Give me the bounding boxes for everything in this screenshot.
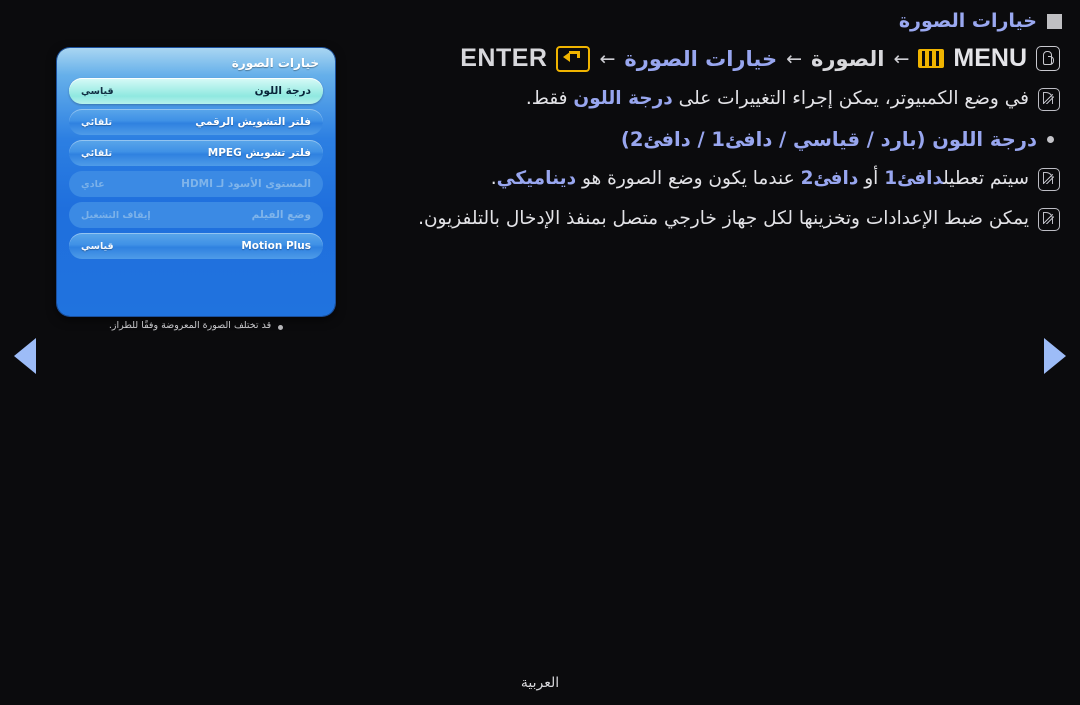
osd-menu-header: خيارات الصورة [231, 56, 319, 70]
emanual-page: خيارات الصورة خيارات الصورة درجة اللون ق… [0, 0, 1080, 705]
note-settings-per-device: يمكن ضبط الإعدادات وتخزينها لكل جهاز خار… [355, 205, 1060, 234]
note-text: في وضع الكمبيوتر، يمكن إجراء التغييرات ع… [525, 88, 1029, 109]
note-warm-disabled: سيتم تعطيلدافئ1 أو دافئ2 عندما يكون وضع … [355, 165, 1060, 194]
osd-row-value: عادي [81, 178, 105, 190]
osd-menu-panel: خيارات الصورة درجة اللون قياسي فلتر التش… [57, 48, 335, 316]
osd-row-motion-plus[interactable]: Motion Plus قياسي [69, 233, 323, 259]
hand-touch-icon [1036, 46, 1060, 71]
breadcrumb-menu-label[interactable]: MENU [953, 44, 1027, 73]
bullet-dot-icon [1047, 135, 1054, 143]
note-pc-mode: في وضع الكمبيوتر، يمكن إجراء التغييرات ع… [355, 85, 1060, 114]
osd-row-label: وضع الفيلم [251, 209, 311, 221]
note-pencil-icon [1038, 167, 1060, 191]
note-text: سيتم تعطيلدافئ1 أو دافئ2 عندما يكون وضع … [490, 167, 1029, 189]
osd-row-digital-noise-filter[interactable]: فلتر التشويش الرقمي تلقائي [69, 109, 323, 135]
enter-return-icon [556, 45, 591, 72]
osd-row-label: فلتر التشويش الرقمي [195, 116, 311, 128]
osd-row-value: إيقاف التشغيل [81, 209, 151, 221]
page-title-text: خيارات الصورة [898, 10, 1037, 32]
title-square-marker-icon [1047, 13, 1062, 29]
osd-menu-list: درجة اللون قياسي فلتر التشويش الرقمي تلق… [57, 78, 335, 259]
breadcrumb-arrow-3: ← [599, 47, 616, 70]
osd-row-value: تلقائي [81, 116, 113, 128]
note-text: يمكن ضبط الإعدادات وتخزينها لكل جهاز خار… [418, 207, 1029, 229]
footer-language: العربية [520, 675, 560, 691]
osd-caption: قد تختلف الصورة المعروضة وفقًا للطراز. [57, 320, 335, 331]
osd-row-value: قياسي [81, 85, 114, 97]
bullet-color-tone-options: درجة اللون (بارد / قياسي / دافئ1 / دافئ2… [355, 125, 1060, 154]
caption-bullet-icon [278, 325, 284, 330]
osd-row-color-tone[interactable]: درجة اللون قياسي [69, 78, 323, 104]
osd-row-hdmi-black-level: المستوى الأسود لـ HDMI عادي [69, 171, 323, 197]
osd-row-film-mode: وضع الفيلم إيقاف التشغيل [69, 202, 323, 228]
breadcrumb: MENU ← الصورة ← خيارات الصورة ← ENTER [355, 44, 1060, 73]
nav-prev-triangle-icon[interactable] [14, 338, 36, 374]
breadcrumb-step-picture[interactable]: الصورة [811, 47, 884, 71]
nav-next-triangle-icon[interactable] [1044, 338, 1066, 374]
breadcrumb-enter-label[interactable]: ENTER [460, 44, 547, 73]
note-pencil-icon [1038, 88, 1060, 111]
content-column: MENU ← الصورة ← خيارات الصورة ← ENTER في… [355, 44, 1060, 244]
osd-row-value: قياسي [81, 240, 114, 252]
osd-row-value: تلقائي [81, 147, 113, 159]
osd-row-label: المستوى الأسود لـ HDMI [181, 178, 311, 190]
osd-row-label: درجة اللون [254, 85, 311, 97]
osd-caption-text: قد تختلف الصورة المعروضة وفقًا للطراز. [108, 320, 272, 331]
osd-row-label: فلتر تشويش MPEG [207, 147, 311, 159]
osd-row-label: Motion Plus [241, 240, 311, 252]
breadcrumb-step-picture-options[interactable]: خيارات الصورة [624, 47, 777, 71]
bullet-text: درجة اللون (بارد / قياسي / دافئ1 / دافئ2… [620, 127, 1037, 151]
menu-bars-icon [918, 49, 945, 68]
note-pencil-icon [1038, 207, 1060, 231]
page-title: خيارات الصورة [899, 10, 1062, 32]
osd-row-mpeg-noise-filter[interactable]: فلتر تشويش MPEG تلقائي [69, 140, 323, 166]
breadcrumb-arrow-1: ← [893, 47, 910, 70]
breadcrumb-arrow-2: ← [786, 47, 803, 70]
